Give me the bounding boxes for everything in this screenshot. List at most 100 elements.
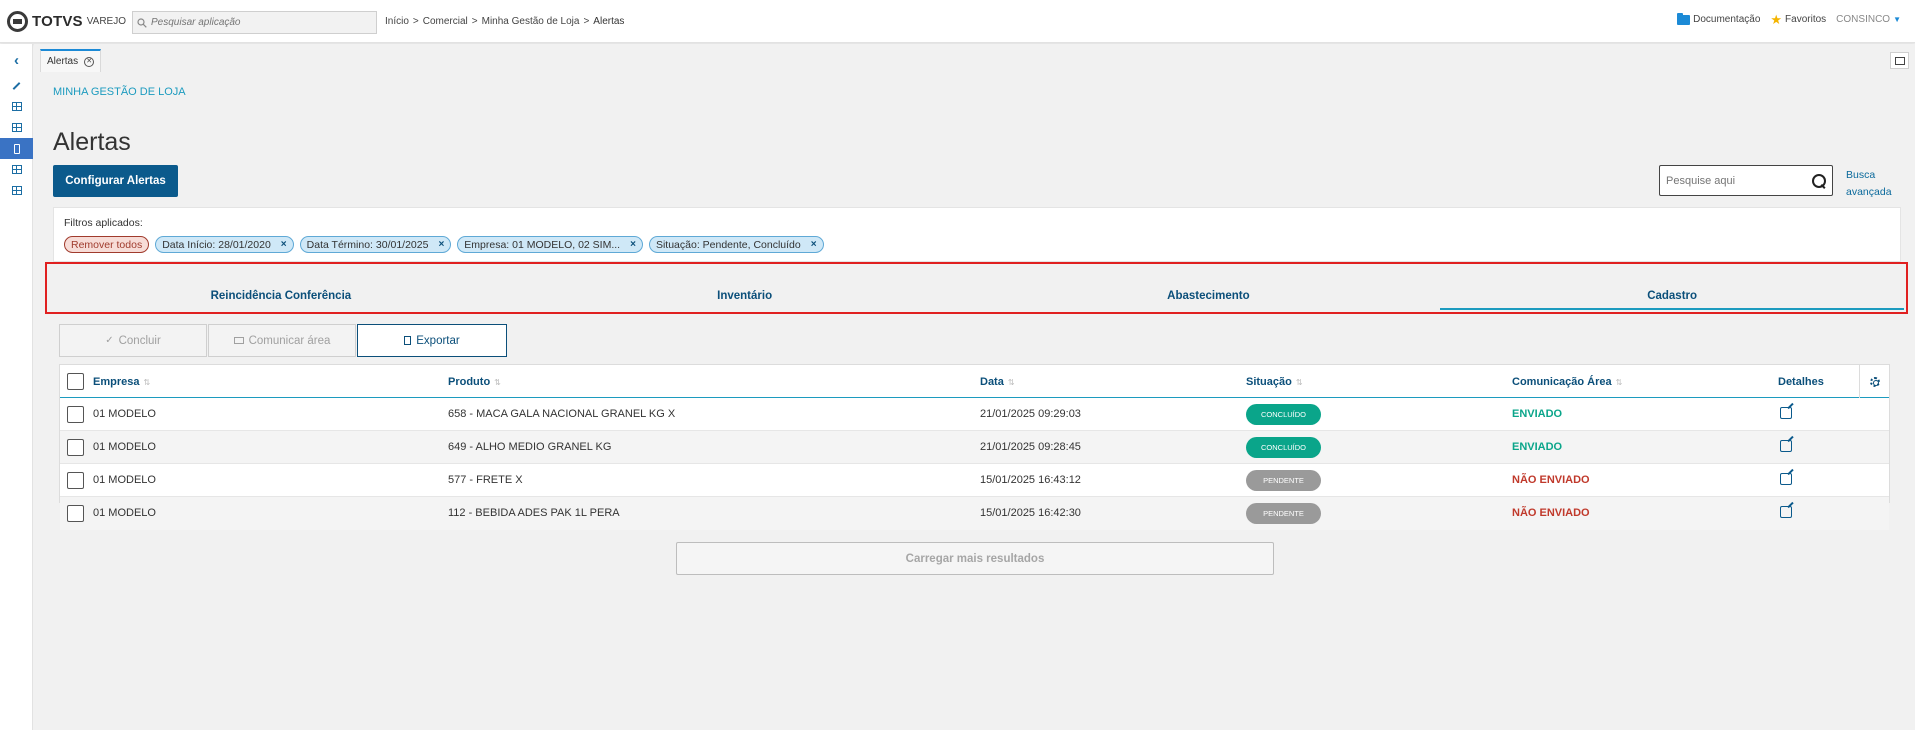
close-icon[interactable]: ×: [281, 239, 287, 250]
sort-icon: ⇅: [1615, 378, 1623, 387]
star-icon: ★: [1770, 11, 1783, 27]
favorites-link[interactable]: ★ Favoritos: [1770, 11, 1826, 27]
table-row[interactable]: 01 MODELO 112 - BEBIDA ADES PAK 1L PERA …: [60, 497, 1889, 530]
folder-icon: [1677, 12, 1691, 25]
app-search-input[interactable]: [151, 17, 361, 28]
column-header-empresa[interactable]: Empresa ⇅: [93, 376, 150, 388]
user-menu[interactable]: CONSINCO ▼: [1836, 14, 1901, 25]
export-label: Exportar: [416, 334, 460, 347]
column-label: Comunicação Área: [1512, 376, 1612, 388]
tab-alertas[interactable]: Alertas ✕: [40, 49, 102, 72]
sidebar-item-edit[interactable]: [0, 75, 33, 96]
sort-icon: ⇅: [1295, 378, 1303, 387]
table-row[interactable]: 01 MODELO 658 - MACA GALA NACIONAL GRANE…: [60, 398, 1889, 431]
grid-icon: [11, 165, 22, 174]
phone-icon: [13, 143, 20, 154]
totvs-logo-icon: [7, 11, 28, 32]
sort-icon: ⇅: [494, 378, 501, 387]
search-icon: [137, 17, 147, 28]
search-input[interactable]: [1666, 174, 1812, 187]
close-icon[interactable]: ×: [630, 239, 636, 250]
cell-produto: 658 - MACA GALA NACIONAL GRANEL KG X: [448, 408, 676, 420]
external-link-icon[interactable]: [1780, 506, 1792, 518]
breadcrumb-comercial[interactable]: Comercial: [423, 16, 468, 27]
cell-data: 21/01/2025 09:29:03: [980, 408, 1081, 420]
tab-cadastro[interactable]: Cadastro: [1440, 264, 1904, 312]
sidebar-item-table-4[interactable]: [0, 180, 33, 201]
row-checkbox[interactable]: [67, 505, 84, 522]
close-icon[interactable]: ✕: [84, 56, 95, 67]
external-link-icon[interactable]: [1780, 473, 1792, 485]
close-icon[interactable]: ×: [438, 239, 444, 250]
sidebar-item-table-3[interactable]: [0, 159, 33, 180]
tab-reincidencia-conferencia[interactable]: Reincidência Conferência: [49, 264, 513, 312]
tab-inventario[interactable]: Inventário: [513, 264, 977, 312]
filter-chip-end-date: Data Término: 30/01/2025 ×: [299, 236, 452, 253]
status-badge: PENDENTE: [1246, 470, 1321, 491]
communication-status: NÃO ENVIADO: [1512, 507, 1590, 519]
filters-label: Filtros aplicados:: [64, 217, 143, 229]
breadcrumb-separator: >: [412, 16, 419, 27]
collapse-sidebar-button[interactable]: ‹: [0, 50, 33, 71]
table-row[interactable]: 01 MODELO 649 - ALHO MEDIO GRANEL KG 21/…: [60, 431, 1889, 464]
breadcrumb-inicio[interactable]: Início: [385, 16, 409, 27]
module-title[interactable]: MINHA GESTÃO DE LOJA: [53, 86, 186, 98]
sort-icon: ⇅: [1007, 378, 1015, 387]
breadcrumb-alertas: Alertas: [593, 16, 625, 27]
alerts-table: Empresa ⇅ Produto ⇅ Data ⇅ Situação ⇅ Comuni…: [59, 364, 1890, 530]
brand-sub: VAREJO: [86, 16, 127, 27]
communicate-area-button[interactable]: Comunicar área: [208, 324, 356, 357]
row-checkbox[interactable]: [67, 439, 84, 456]
applied-filters-panel: Filtros aplicados: Remover todos Data In…: [53, 207, 1901, 262]
column-header-situacao[interactable]: Situação ⇅: [1246, 376, 1303, 388]
filter-chip-label: Data Término: 30/01/2025: [306, 238, 429, 251]
advanced-search-line-1: Busca: [1846, 169, 1876, 181]
grid-icon: [11, 186, 22, 195]
conclude-button[interactable]: ✓ Concluir: [59, 324, 207, 357]
column-settings-button[interactable]: [1859, 365, 1889, 398]
totvs-logo[interactable]: TOTVS VAREJO: [7, 11, 126, 32]
row-checkbox[interactable]: [67, 472, 84, 489]
column-label: Produto: [448, 376, 491, 388]
sidebar-item-mobile[interactable]: [0, 138, 33, 159]
window-options-button[interactable]: [1890, 52, 1909, 69]
search-icon[interactable]: [1812, 173, 1826, 188]
documentation-link[interactable]: Documentação: [1677, 12, 1761, 25]
external-link-icon[interactable]: [1780, 440, 1792, 452]
filter-chips: Remover todos Data Início: 28/01/2020 × …: [64, 236, 824, 253]
configure-alerts-button[interactable]: Configurar Alertas: [53, 165, 178, 197]
top-right-menu: Documentação ★ Favoritos CONSINCO ▼: [1667, 11, 1901, 27]
external-link-icon[interactable]: [1780, 407, 1792, 419]
window-icon: [1894, 56, 1905, 65]
breadcrumb-separator: >: [471, 16, 478, 27]
remove-all-filters-button[interactable]: Remover todos: [64, 236, 150, 253]
load-more-button[interactable]: Carregar mais resultados: [676, 542, 1274, 575]
search-box[interactable]: [1659, 165, 1833, 196]
cell-data: 15/01/2025 16:42:30: [980, 507, 1081, 519]
column-header-comunicacao-area[interactable]: Comunicação Área ⇅: [1512, 376, 1622, 388]
brand-name: TOTVS: [32, 13, 83, 30]
main-content: MINHA GESTÃO DE LOJA Alertas Configurar …: [34, 72, 1915, 730]
breadcrumb-gestao-loja[interactable]: Minha Gestão de Loja: [482, 16, 580, 27]
grid-icon: [11, 123, 22, 132]
select-all-checkbox[interactable]: [67, 373, 84, 390]
category-tabs-highlight: Reincidência Conferência Inventário Abas…: [45, 262, 1908, 314]
export-button[interactable]: Exportar: [357, 324, 507, 357]
documentation-label: Documentação: [1693, 14, 1761, 25]
close-icon[interactable]: ×: [811, 239, 817, 250]
cell-data: 15/01/2025 16:43:12: [980, 474, 1081, 486]
tab-alertas-label: Alertas: [47, 56, 79, 67]
filter-chip-company: Empresa: 01 MODELO, 02 SIM... ×: [457, 236, 643, 253]
tab-abastecimento[interactable]: Abastecimento: [977, 264, 1441, 312]
sidebar-item-table-1[interactable]: [0, 96, 33, 117]
table-row[interactable]: 01 MODELO 577 - FRETE X 15/01/2025 16:43…: [60, 464, 1889, 497]
cell-data: 21/01/2025 09:28:45: [980, 441, 1081, 453]
cell-produto: 577 - FRETE X: [448, 474, 523, 486]
grid-icon: [11, 102, 22, 111]
app-search[interactable]: [132, 11, 377, 34]
column-header-data[interactable]: Data ⇅: [980, 376, 1015, 388]
column-header-produto[interactable]: Produto ⇅: [448, 376, 501, 388]
row-checkbox[interactable]: [67, 406, 84, 423]
sidebar-item-table-2[interactable]: [0, 117, 33, 138]
advanced-search-link[interactable]: Busca avançada: [1846, 167, 1906, 201]
